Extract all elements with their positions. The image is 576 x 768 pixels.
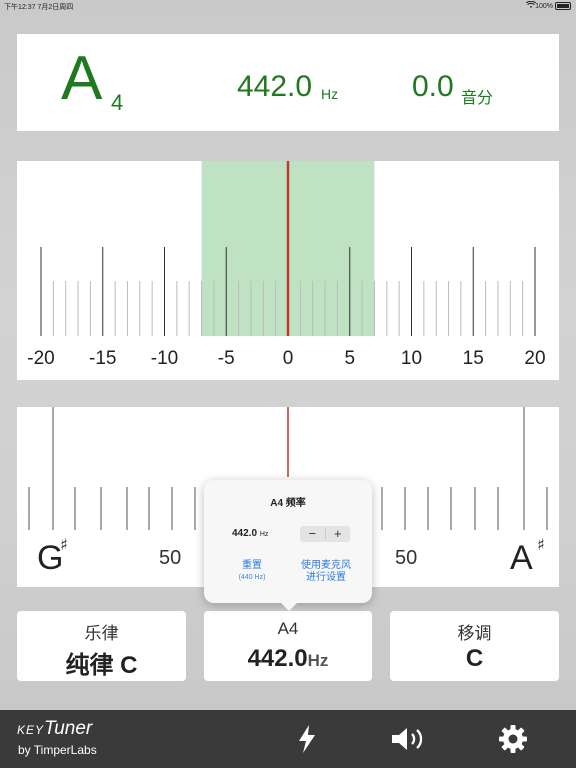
transpose-label: 移调 <box>457 624 492 643</box>
popover-frequency: 442.0 Hz <box>232 528 268 539</box>
right-note: A <box>510 539 533 577</box>
popover-frequency-value: 442.0 <box>232 528 258 539</box>
reference-pitch-button[interactable]: A4 442.0Hz <box>204 611 372 681</box>
brand-key: KEY <box>17 723 45 737</box>
decrement-button[interactable]: − <box>300 526 325 542</box>
tick-label: 10 <box>401 348 422 369</box>
reset-sub: (440 Hz) <box>238 574 266 581</box>
reference-value-wrap: 442.0Hz <box>204 645 372 673</box>
reference-value: 442.0 <box>247 645 308 672</box>
increment-button[interactable]: + <box>326 526 351 542</box>
gear-icon[interactable] <box>493 720 533 758</box>
status-time-date: 下午12:37 7月2日周四 <box>4 4 74 11</box>
cents-meter: -20 -15 -10 -5 0 5 10 15 20 <box>17 161 559 380</box>
tick-labels: -20 -15 -10 -5 0 5 10 15 20 <box>27 348 545 369</box>
temperament-label: 乐律 <box>84 624 119 643</box>
reset-button[interactable]: 重置 (440 Hz) <box>224 560 280 584</box>
tick-label: -20 <box>27 348 54 369</box>
speaker-icon[interactable] <box>389 720 429 758</box>
reference-unit: Hz <box>307 651 329 670</box>
brand-tuner: Tuner <box>44 718 93 739</box>
brand-byline: by TimperLabs <box>18 743 97 757</box>
popover-frequency-unit: Hz <box>259 531 269 538</box>
cents-unit: 音分 <box>461 90 494 107</box>
tick-label: -5 <box>218 348 235 369</box>
battery-indicator: 100% <box>535 2 571 10</box>
tick-label: -10 <box>151 348 178 369</box>
a4-frequency-popover: A4 频率 442.0 Hz − + 重置 (440 Hz) 使用麦克风 进行设… <box>204 480 372 611</box>
left-cents-label: 50 <box>159 547 181 569</box>
reference-label: A4 <box>277 619 299 638</box>
battery-icon <box>555 2 571 10</box>
left-accidental: ♯ <box>60 535 68 554</box>
transpose-value: C <box>465 645 484 672</box>
right-cents-label: 50 <box>395 547 417 569</box>
temperament-button[interactable]: 乐律 纯律 C <box>17 611 186 681</box>
use-mic-line2: 进行设置 <box>306 572 346 583</box>
lightning-icon[interactable] <box>287 720 327 758</box>
use-mic-line1: 使用麦克风 <box>301 560 351 571</box>
footer-bar: KEYTuner by TimperLabs <box>0 710 576 768</box>
reset-label: 重置 <box>242 560 262 571</box>
tick-label: -15 <box>89 348 116 369</box>
detected-octave: 4 <box>111 90 124 115</box>
status-bar: 下午12:37 7月2日周四 100% <box>0 0 576 12</box>
cents-deviation: 0.0 <box>412 70 454 103</box>
frequency-unit: Hz <box>321 86 339 102</box>
detected-frequency: 442.0 <box>237 70 313 103</box>
cents-meter-graphic: -20 -15 -10 -5 0 5 10 15 20 <box>27 161 546 369</box>
brand-logo: KEYTuner <box>17 718 92 740</box>
tick-label: 15 <box>463 348 484 369</box>
tick-label: 20 <box>524 348 545 369</box>
right-accidental: ♯ <box>537 535 545 554</box>
transpose-button[interactable]: 移调 C <box>390 611 559 681</box>
popover-title: A4 频率 <box>270 498 306 509</box>
use-mic-button[interactable]: 使用麦克风 进行设置 <box>290 560 362 584</box>
tuning-readout-panel: A 4 442.0 Hz 0.0 音分 <box>17 34 559 131</box>
detected-note: A <box>61 44 103 113</box>
frequency-stepper[interactable]: − + <box>300 526 350 542</box>
tick-label: 5 <box>344 348 355 369</box>
temperament-value: 纯律 C <box>65 652 138 679</box>
tick-label: 0 <box>283 348 294 369</box>
popover-arrow <box>281 603 297 611</box>
